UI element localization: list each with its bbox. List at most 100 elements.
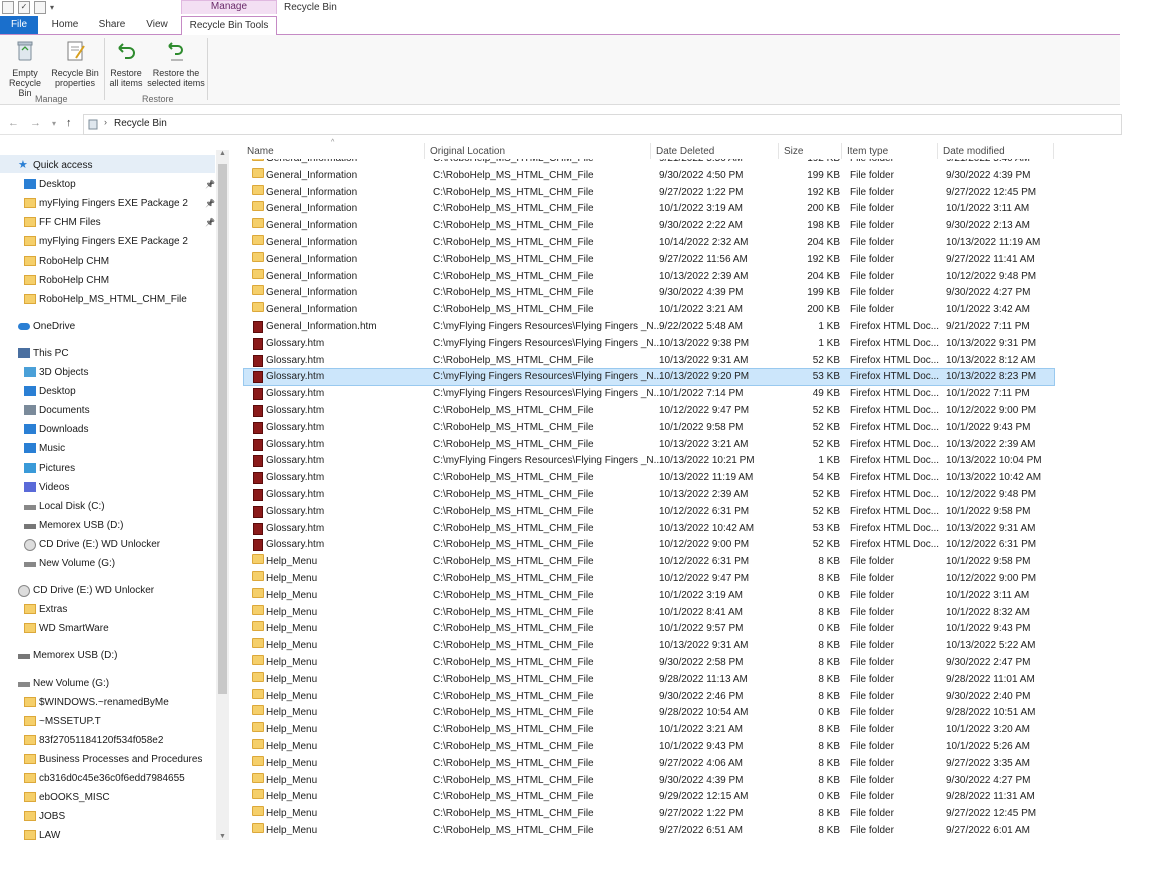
file-row[interactable]: Glossary.htm C:\RoboHelp_MS_HTML_CHM_File… xyxy=(244,420,1054,436)
sidebar-item[interactable]: ~MSSETUP.T xyxy=(0,713,210,730)
pin-icon[interactable]: 📌 xyxy=(205,195,215,212)
file-row[interactable]: Glossary.htm C:\RoboHelp_MS_HTML_CHM_File… xyxy=(244,403,1054,419)
sidebar-item[interactable]: Pictures xyxy=(0,460,210,477)
sidebar-item[interactable]: Local Disk (C:) xyxy=(0,498,210,515)
file-row[interactable]: General_Information C:\RoboHelp_MS_HTML_C… xyxy=(244,268,1054,285)
column-divider[interactable] xyxy=(1053,143,1054,159)
column-divider[interactable] xyxy=(778,143,779,159)
file-row[interactable]: Help_Menu C:\RoboHelp_MS_HTML_CHM_File 9/2… xyxy=(244,671,1054,688)
file-row[interactable]: Glossary.htm C:\myFlying Fingers Resource… xyxy=(244,336,1054,352)
file-row[interactable]: General_Information C:\RoboHelp_MS_HTML_C… xyxy=(244,159,1054,167)
sidebar-item[interactable]: CD Drive (E:) WD Unlocker xyxy=(0,536,210,553)
sidebar-item[interactable]: Business Processes and Procedures xyxy=(0,751,210,768)
sidebar-item[interactable]: Memorex USB (D:) xyxy=(0,647,210,664)
file-row[interactable]: Help_Menu C:\RoboHelp_MS_HTML_CHM_File 10/… xyxy=(244,739,1054,755)
up-arrow-icon[interactable]: ↑ xyxy=(66,117,72,129)
file-row[interactable]: Help_Menu C:\RoboHelp_MS_HTML_CHM_File 10/… xyxy=(244,554,1054,570)
file-row[interactable]: General_Information C:\RoboHelp_MS_HTML_C… xyxy=(244,235,1054,251)
file-row[interactable]: Help_Menu C:\RoboHelp_MS_HTML_CHM_File 9/2… xyxy=(244,755,1054,772)
recycle-bin-properties-button[interactable]: Recycle Bin properties xyxy=(50,38,100,88)
folder-icon[interactable] xyxy=(2,0,14,14)
file-row[interactable]: Help_Menu C:\RoboHelp_MS_HTML_CHM_File 9/2… xyxy=(244,789,1054,805)
sidebar-item[interactable]: Extras xyxy=(0,601,210,618)
address-field[interactable]: › Recycle Bin xyxy=(83,114,1122,135)
tab-recycle-bin-tools[interactable]: Recycle Bin Tools xyxy=(181,16,277,36)
file-row[interactable]: Glossary.htm C:\RoboHelp_MS_HTML_CHM_File… xyxy=(244,487,1054,503)
column-divider[interactable] xyxy=(650,143,651,159)
tab-file[interactable]: File xyxy=(0,16,38,34)
file-row[interactable]: Help_Menu C:\RoboHelp_MS_HTML_CHM_File 10/… xyxy=(244,621,1054,637)
sidebar-item[interactable]: ebOOKS_MISC xyxy=(0,789,210,806)
file-row[interactable]: Help_Menu C:\RoboHelp_MS_HTML_CHM_File 10/… xyxy=(244,604,1054,621)
tab-home[interactable]: Home xyxy=(40,16,90,34)
scroll-up-icon[interactable]: ▲ xyxy=(219,150,226,157)
back-arrow-icon[interactable]: ← xyxy=(8,117,19,129)
sidebar-item[interactable]: Downloads xyxy=(0,421,210,438)
column-header-location[interactable]: Original Location xyxy=(430,146,505,157)
sidebar-item[interactable]: Memorex USB (D:) xyxy=(0,517,210,534)
navigation-scrollbar[interactable]: ▲ ▼ xyxy=(216,150,229,840)
sidebar-item[interactable]: cb316d0c45e36c0f6edd7984655 xyxy=(0,770,210,787)
pin-icon[interactable]: 📌 xyxy=(205,214,215,231)
sidebar-item[interactable]: Music xyxy=(0,440,210,457)
sidebar-item[interactable]: myFlying Fingers EXE Package 2 xyxy=(0,233,210,250)
sidebar-item[interactable]: WD SmartWare xyxy=(0,620,210,637)
column-header-item-type[interactable]: Item type xyxy=(847,146,888,157)
sidebar-item[interactable]: OneDrive xyxy=(0,318,210,335)
sidebar-item[interactable]: FF CHM Files 📌 xyxy=(0,214,215,231)
file-row[interactable]: Glossary.htm C:\RoboHelp_MS_HTML_CHM_File… xyxy=(244,537,1054,553)
scrollbar-thumb[interactable] xyxy=(218,164,227,694)
tab-share[interactable]: Share xyxy=(90,16,134,34)
sidebar-item[interactable]: RoboHelp CHM xyxy=(0,272,210,289)
tab-view[interactable]: View xyxy=(134,16,180,34)
restore-selected-button[interactable]: Restore the selected items xyxy=(147,38,205,88)
new-folder-icon[interactable] xyxy=(34,0,46,14)
file-row[interactable]: Help_Menu C:\RoboHelp_MS_HTML_CHM_File 9/3… xyxy=(244,655,1054,671)
file-row[interactable]: Glossary.htm C:\RoboHelp_MS_HTML_CHM_File… xyxy=(244,353,1054,369)
file-row[interactable]: Help_Menu C:\RoboHelp_MS_HTML_CHM_File 9/2… xyxy=(244,823,1054,835)
column-divider[interactable] xyxy=(841,143,842,159)
sidebar-item[interactable]: 83f27051184120f534f058e2 xyxy=(0,732,210,749)
pin-icon[interactable]: 📌 xyxy=(205,176,215,193)
file-row[interactable]: Help_Menu C:\RoboHelp_MS_HTML_CHM_File 9/2… xyxy=(244,705,1054,721)
sidebar-item[interactable]: ★ Quick access xyxy=(0,157,210,174)
sidebar-item[interactable]: RoboHelp_MS_HTML_CHM_File xyxy=(0,291,210,308)
file-row[interactable]: Glossary.htm C:\myFlying Fingers Resource… xyxy=(244,386,1054,402)
customize-qat-icon[interactable]: ▾ xyxy=(50,3,54,12)
column-header-date-modified[interactable]: Date modified xyxy=(943,146,1005,157)
file-row[interactable]: General_Information C:\RoboHelp_MS_HTML_C… xyxy=(244,285,1054,301)
sidebar-item[interactable]: CD Drive (E:) WD Unlocker xyxy=(0,582,210,599)
sidebar-item[interactable]: LAW xyxy=(0,827,210,840)
column-header-size[interactable]: Size xyxy=(784,146,803,157)
file-row[interactable]: General_Information C:\RoboHelp_MS_HTML_C… xyxy=(244,167,1054,184)
file-row[interactable]: Glossary.htm C:\RoboHelp_MS_HTML_CHM_File… xyxy=(244,504,1054,520)
sidebar-item[interactable]: Desktop xyxy=(0,383,210,400)
sidebar-item[interactable]: This PC xyxy=(0,345,210,362)
scroll-down-icon[interactable]: ▼ xyxy=(219,833,226,840)
column-divider[interactable] xyxy=(937,143,938,159)
file-row[interactable]: Help_Menu C:\RoboHelp_MS_HTML_CHM_File 9/3… xyxy=(244,688,1054,705)
file-row[interactable]: General_Information C:\RoboHelp_MS_HTML_C… xyxy=(244,184,1054,201)
forward-arrow-icon[interactable]: → xyxy=(30,117,41,129)
sidebar-item[interactable]: 3D Objects xyxy=(0,364,210,381)
properties-icon[interactable]: ✓ xyxy=(18,0,30,14)
file-row[interactable]: Help_Menu C:\RoboHelp_MS_HTML_CHM_File 10/… xyxy=(244,638,1054,654)
sidebar-item[interactable]: RoboHelp CHM xyxy=(0,253,210,270)
file-row[interactable]: Glossary.htm C:\myFlying Fingers Resource… xyxy=(244,453,1054,469)
file-row[interactable]: General_Information C:\RoboHelp_MS_HTML_C… xyxy=(244,201,1054,217)
sidebar-item[interactable]: Videos xyxy=(0,479,210,496)
column-header-date-deleted[interactable]: Date Deleted xyxy=(656,146,714,157)
file-row[interactable]: Help_Menu C:\RoboHelp_MS_HTML_CHM_File 10/… xyxy=(244,571,1054,587)
file-row[interactable]: Help_Menu C:\RoboHelp_MS_HTML_CHM_File 9/3… xyxy=(244,772,1054,789)
sidebar-item[interactable]: myFlying Fingers EXE Package 2 📌 xyxy=(0,195,215,212)
breadcrumb-recycle-bin[interactable]: Recycle Bin xyxy=(114,118,167,129)
file-row[interactable]: General_Information C:\RoboHelp_MS_HTML_C… xyxy=(244,251,1054,268)
sidebar-item[interactable]: JOBS xyxy=(0,808,210,825)
recent-locations-icon[interactable]: ▾ xyxy=(52,119,56,128)
file-row[interactable]: Glossary.htm C:\RoboHelp_MS_HTML_CHM_File… xyxy=(244,470,1054,486)
file-row[interactable]: Glossary.htm C:\RoboHelp_MS_HTML_CHM_File… xyxy=(244,437,1054,453)
sidebar-item[interactable]: Documents xyxy=(0,402,210,419)
sidebar-item[interactable]: Desktop 📌 xyxy=(0,176,215,193)
file-row[interactable]: Glossary.htm C:\RoboHelp_MS_HTML_CHM_File… xyxy=(244,521,1054,537)
column-divider[interactable] xyxy=(424,143,425,159)
